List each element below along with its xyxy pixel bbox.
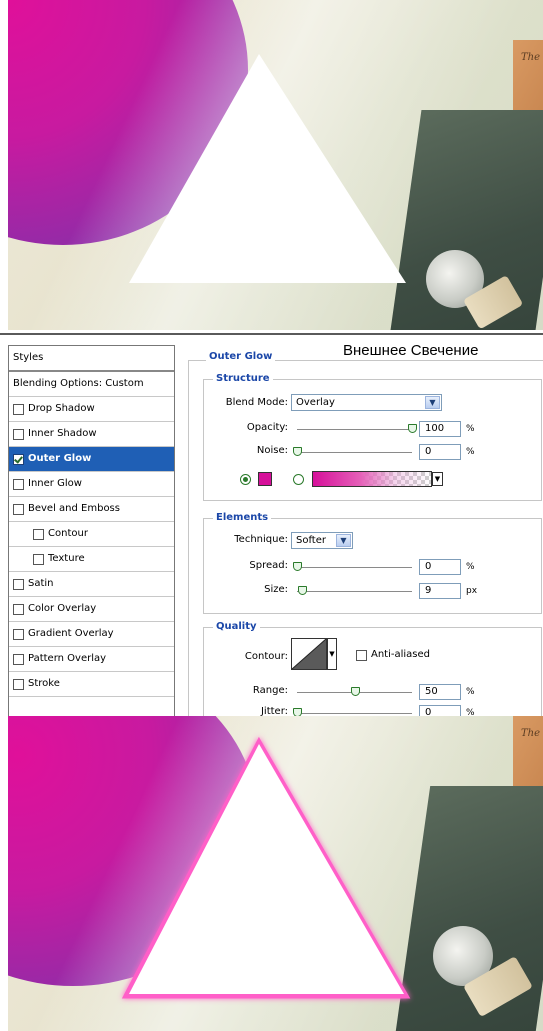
style-item-label: Bevel and Emboss [28,503,120,514]
opacity-label: Opacity: [246,422,288,433]
contour-preview[interactable] [291,638,327,670]
style-checkbox[interactable] [33,528,44,540]
opacity-input[interactable]: 100 [419,421,461,437]
opacity-unit: % [466,424,475,434]
style-item-label: Inner Shadow [28,428,97,439]
style-item-blending-options-custom[interactable]: Blending Options: Custom [9,371,174,397]
glow-color-swatch[interactable] [258,472,272,486]
style-item-label: Blending Options: Custom [13,378,144,389]
size-input[interactable]: 9 [419,583,461,599]
style-item-label: Drop Shadow [28,403,95,414]
styles-list: Styles Blending Options: Custom Drop Shad… [8,345,175,719]
style-checkbox[interactable] [13,503,24,515]
opacity-slider-track[interactable] [297,429,412,430]
style-item-gradient-overlay[interactable]: Gradient Overlay [9,622,174,647]
spread-input[interactable]: 0 [419,559,461,575]
noise-label: Noise: [256,445,288,456]
style-checkbox[interactable] [13,628,24,640]
style-item-texture[interactable]: Texture [9,547,174,572]
spread-label: Spread: [249,560,288,571]
white-triangle [129,54,406,283]
contour-curve-icon [292,639,326,669]
size-label: Size: [264,584,288,595]
elements-title: Elements [213,512,272,524]
noise-input[interactable]: 0 [419,444,461,460]
noise-slider-track[interactable] [297,452,412,453]
size-slider-thumb[interactable] [297,586,307,595]
anti-aliased-label: Anti-aliased [371,649,431,660]
spread-unit: % [466,562,475,572]
style-item-color-overlay[interactable]: Color Overlay [9,597,174,622]
glow-gradient-picker[interactable] [312,471,432,487]
quality-title: Quality [213,621,260,633]
style-item-inner-glow[interactable]: Inner Glow [9,472,174,497]
noise-unit: % [466,447,475,457]
style-item-contour[interactable]: Contour [9,522,174,547]
outer-glow-title: Outer Glow [206,351,276,363]
blend-mode-select[interactable]: Overlay ▼ [291,394,442,411]
jitter-slider-track[interactable] [297,713,412,714]
style-item-drop-shadow[interactable]: Drop Shadow [9,397,174,422]
range-input[interactable]: 50 [419,684,461,700]
range-label: Range: [252,685,288,696]
spread-slider-thumb[interactable] [293,562,302,571]
contour-label: Contour: [244,651,288,662]
style-checkbox[interactable] [13,453,24,465]
style-item-satin[interactable]: Satin [9,572,174,597]
style-item-label: Gradient Overlay [28,628,114,639]
style-checkbox[interactable] [13,653,24,665]
style-item-label: Inner Glow [28,478,82,489]
style-checkbox[interactable] [13,603,24,615]
style-checkbox[interactable] [13,428,24,440]
style-item-outer-glow[interactable]: Outer Glow [9,447,174,472]
styles-header[interactable]: Styles [9,346,174,371]
style-checkbox[interactable] [33,553,44,565]
style-item-inner-shadow[interactable]: Inner Shadow [9,422,174,447]
style-item-pattern-overlay[interactable]: Pattern Overlay [9,647,174,672]
style-checkbox[interactable] [13,578,24,590]
technique-label: Technique: [234,534,288,545]
chevron-down-icon: ▼ [425,396,440,409]
style-item-stroke[interactable]: Stroke [9,672,174,697]
layer-style-dialog: Styles Blending Options: Custom Drop Shad… [0,333,543,728]
outer-glow-heading-ru: Внешнее Свечение [343,342,479,359]
blend-mode-label: Blend Mode: [225,397,288,408]
style-checkbox[interactable] [13,478,24,490]
opacity-slider-thumb[interactable] [408,424,417,433]
anti-aliased-checkbox[interactable] [356,650,367,661]
artwork-after: The [8,716,543,1031]
technique-select[interactable]: Softer ▼ [291,532,353,549]
style-checkbox[interactable] [13,403,24,415]
style-item-bevel-and-emboss[interactable]: Bevel and Emboss [9,497,174,522]
style-item-label: Satin [28,578,54,589]
chevron-down-icon: ▼ [336,534,351,547]
size-slider-track[interactable] [297,591,412,592]
noise-slider-thumb[interactable] [293,447,302,456]
style-item-label: Outer Glow [28,453,92,464]
style-item-label: Contour [48,528,88,539]
range-unit: % [466,687,475,697]
style-item-label: Texture [48,553,85,564]
style-item-label: Color Overlay [28,603,97,614]
size-unit: px [466,586,478,596]
gradient-dropdown-button[interactable]: ▼ [432,472,443,486]
glowing-triangle [121,736,411,999]
style-checkbox[interactable] [13,678,24,690]
spread-slider-track[interactable] [297,567,412,568]
artwork-before: The [8,0,543,330]
range-slider-thumb[interactable] [350,687,360,696]
solid-color-radio[interactable] [240,474,251,485]
gradient-radio[interactable] [293,474,304,485]
style-item-label: Stroke [28,678,60,689]
structure-title: Structure [213,373,273,385]
style-item-label: Pattern Overlay [28,653,107,664]
contour-dropdown-button[interactable]: ▼ [327,638,337,670]
